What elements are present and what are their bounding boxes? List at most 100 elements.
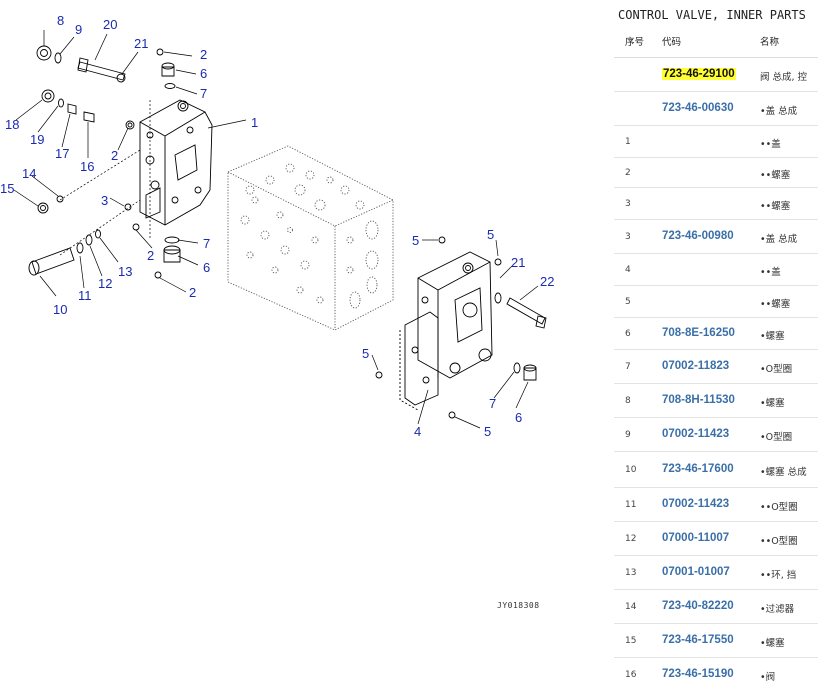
right-cover-drawing [399, 251, 493, 411]
part-code-link[interactable]: 723-46-15190 [662, 668, 734, 680]
part-code-link[interactable]: 723-46-17550 [662, 634, 734, 646]
part-code-link[interactable]: 723-46-00980 [662, 230, 734, 242]
callout-label: 5 [487, 227, 495, 242]
row-seq: 8 [625, 396, 631, 406]
callout-label: 1 [251, 115, 259, 130]
part-name: ••螺塞 [760, 170, 791, 181]
callout-label: 11 [78, 288, 92, 303]
callout-label: 21 [134, 36, 149, 51]
diagram-drawing [13, 30, 547, 429]
row-seq: 11 [625, 500, 637, 510]
row-seq: 3 [625, 232, 631, 242]
part-code-link[interactable]: 07000-11007 [662, 532, 729, 544]
exploded-parts-diagram: 8 9 20 21 2 6 7 1 18 19 17 16 2 14 15 3 … [0, 0, 606, 688]
part-code-link[interactable]: 07002-11423 [662, 498, 729, 510]
parts-row[interactable]: 16 723-46-15190 •阀 [614, 658, 818, 688]
parts-row[interactable]: 4 ••盖 [614, 254, 818, 286]
parts-row[interactable]: 13 07001-01007 ••环, 挡 [614, 556, 818, 590]
row-seq: 16 [625, 670, 637, 680]
column-header-seq: 序号 [625, 37, 645, 48]
callout-label: 2 [147, 248, 155, 263]
parts-row[interactable]: 11 07002-11423 ••O型圈 [614, 488, 818, 522]
part-name: ••环, 挡 [760, 570, 797, 581]
parts-list-panel: CONTROL VALVE, INNER PARTS 序号 代码 名称 723-… [614, 0, 818, 688]
parts-list-title: CONTROL VALVE, INNER PARTS [618, 8, 806, 22]
callout-label: 6 [200, 66, 208, 81]
parts-row[interactable]: 10 723-46-17600 •螺塞 总成 [614, 452, 818, 488]
row-seq: 4 [625, 265, 631, 275]
parts-row[interactable]: 6 708-8E-16250 •螺塞 [614, 318, 818, 350]
part-name: •O型圈 [760, 432, 793, 443]
part-code-link[interactable]: 723-46-00630 [662, 102, 734, 114]
column-header-name: 名称 [760, 37, 780, 48]
callout-label: 13 [118, 264, 133, 279]
part-name: •过滤器 [760, 604, 795, 615]
callout-label: 6 [515, 410, 523, 425]
callout-label: 8 [57, 13, 65, 28]
part-code-link[interactable]: 708-8E-16250 [662, 327, 735, 339]
row-seq: 1 [625, 137, 631, 147]
row-seq: 2 [625, 168, 631, 178]
callout-label: 19 [30, 132, 45, 147]
part-name: •螺塞 [760, 398, 785, 409]
parts-row[interactable]: 3 ••螺塞 [614, 188, 818, 220]
row-seq: 7 [625, 362, 631, 372]
part-name: ••O型圈 [760, 502, 798, 513]
parts-row[interactable]: 3 723-46-00980 •盖 总成 [614, 220, 818, 254]
part-name: •螺塞 [760, 331, 785, 342]
parts-row[interactable]: 12 07000-11007 ••O型圈 [614, 522, 818, 556]
part-code-link[interactable]: 07001-01007 [662, 566, 730, 578]
part-code-link[interactable]: 723-46-29100 [662, 68, 736, 80]
parts-row[interactable]: 723-46-29100 阀 总成, 控 [614, 58, 818, 92]
parts-row[interactable]: 9 07002-11423 •O型圈 [614, 418, 818, 452]
callout-label: 22 [540, 274, 555, 289]
callout-label: 4 [414, 424, 422, 439]
callout-label: 20 [103, 17, 118, 32]
callout-label: 5 [484, 424, 492, 439]
part-name: ••盖 [760, 139, 781, 150]
left-cover-drawing [139, 99, 213, 226]
parts-row[interactable]: 14 723-40-82220 •过滤器 [614, 590, 818, 624]
callout-label: 2 [111, 148, 119, 163]
part-name: •盖 总成 [760, 106, 798, 117]
row-seq: 5 [625, 297, 631, 307]
row-seq: 6 [625, 329, 631, 339]
parts-row[interactable]: 15 723-46-17550 •螺塞 [614, 624, 818, 658]
callout-label: 16 [80, 159, 95, 174]
parts-row[interactable]: 7 07002-11823 •O型圈 [614, 350, 818, 384]
parts-row[interactable]: 723-46-00630 •盖 总成 [614, 92, 818, 126]
part-code-link[interactable]: 07002-11823 [662, 360, 729, 372]
parts-row[interactable]: 8 708-8H-11530 •螺塞 [614, 384, 818, 418]
callout-label: 7 [200, 86, 208, 101]
row-seq: 12 [625, 534, 637, 544]
parts-row[interactable]: 1 ••盖 [614, 126, 818, 158]
column-header-code: 代码 [662, 37, 682, 48]
part-code-link[interactable]: 07002-11423 [662, 428, 729, 440]
callout-label: 5 [412, 233, 420, 248]
callout-label: 6 [203, 260, 211, 275]
drawing-code: JY018308 [497, 601, 540, 610]
part-code-link[interactable]: 723-46-17600 [662, 463, 734, 475]
part-name: ••O型圈 [760, 536, 798, 547]
callout-label: 21 [511, 255, 526, 270]
callout-label: 5 [362, 346, 370, 361]
part-name: •阀 [760, 672, 776, 683]
small-parts-drawing [28, 45, 547, 419]
main-valve-body-drawing [227, 145, 394, 331]
row-seq: 15 [625, 636, 637, 646]
part-name: •盖 总成 [760, 234, 798, 245]
part-code-link[interactable]: 723-40-82220 [662, 600, 734, 612]
callout-label: 9 [75, 22, 83, 37]
callout-label: 2 [189, 285, 197, 300]
callout-label: 3 [101, 193, 109, 208]
row-seq: 14 [625, 602, 637, 612]
callout-label: 15 [0, 181, 15, 196]
callout-label: 12 [98, 276, 113, 291]
parts-row[interactable]: 5 ••螺塞 [614, 286, 818, 318]
callout-label: 2 [200, 47, 208, 62]
callout-label: 7 [489, 396, 497, 411]
part-code-link[interactable]: 708-8H-11530 [662, 394, 735, 406]
part-name: ••盖 [760, 267, 781, 278]
parts-row[interactable]: 2 ••螺塞 [614, 158, 818, 188]
part-name: •螺塞 [760, 638, 785, 649]
